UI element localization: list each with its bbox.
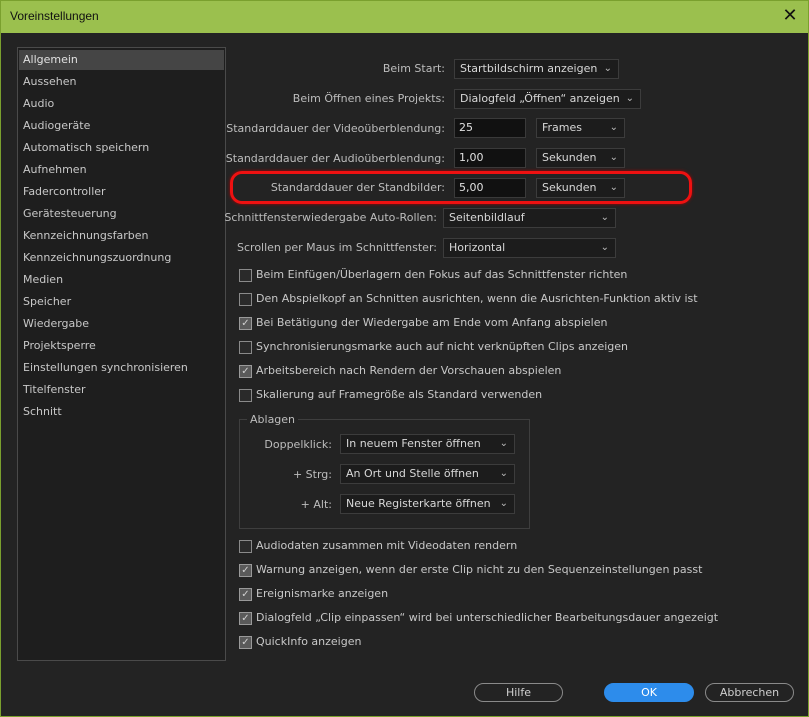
strg-label: + Strg: xyxy=(292,468,332,481)
sidebar-item-audio[interactable]: Audio xyxy=(19,94,224,114)
sidebar-item-fadercontroller[interactable]: Fadercontroller xyxy=(19,182,224,202)
audio-ueberblendung-input[interactable]: 1,00 xyxy=(454,148,526,168)
strg-value: An Ort und Stelle öffnen xyxy=(346,467,479,480)
scrollen-dropdown[interactable]: Horizontal ⌄ xyxy=(443,238,616,258)
checkbox-label: Skalierung auf Framegröße als Standard v… xyxy=(256,388,543,401)
sidebar-item-aufnehmen[interactable]: Aufnehmen xyxy=(19,160,224,180)
checkbox-box[interactable] xyxy=(239,540,252,553)
checkbox-box[interactable] xyxy=(239,389,252,402)
checkmark-icon[interactable]: ✓ xyxy=(239,636,252,649)
checkbox-label: Ereignismarke anzeigen xyxy=(256,587,389,600)
sidebar-item-projektsperre[interactable]: Projektsperre xyxy=(19,336,224,356)
sidebar-item-medien[interactable]: Medien xyxy=(19,270,224,290)
preferences-dialog: Voreinstellungen ✕ Allgemein Aussehen Au… xyxy=(0,0,809,717)
sidebar-item-titelfenster[interactable]: Titelfenster xyxy=(19,380,224,400)
standbilder-input[interactable]: 5,00 xyxy=(454,178,526,198)
doppelklick-dropdown[interactable]: In neuem Fenster öffnen ⌄ xyxy=(340,434,515,454)
auto-rollen-label: Schnittfensterwiedergabe Auto-Rollen: xyxy=(224,211,437,224)
checkbox-box[interactable] xyxy=(239,293,252,306)
chevron-down-icon: ⌄ xyxy=(600,212,609,223)
sidebar-item-audiogeraete[interactable]: Audiogeräte xyxy=(19,116,224,136)
video-ueberblendung-input[interactable]: 25 xyxy=(454,118,526,138)
sidebar-item-schnitt[interactable]: Schnitt xyxy=(19,402,224,422)
video-unit-value: Frames xyxy=(542,121,583,134)
checkbox-box[interactable] xyxy=(239,269,252,282)
beim-oeffnen-label: Beim Öffnen eines Projekts: xyxy=(292,92,445,105)
alt-label: + Alt: xyxy=(300,498,332,511)
cancel-button[interactable]: Abbrechen xyxy=(705,683,794,702)
scrollen-label: Scrollen per Maus im Schnittfenster: xyxy=(237,241,437,254)
chevron-down-icon: ⌄ xyxy=(609,152,618,163)
help-button[interactable]: Hilfe xyxy=(474,683,563,702)
auto-rollen-dropdown[interactable]: Seitenbildlauf ⌄ xyxy=(443,208,616,228)
checkbox-label: Den Abspielkopf an Schnitten ausrichten,… xyxy=(256,292,698,305)
window-title: Voreinstellungen xyxy=(10,9,99,23)
sidebar-item-wiedergabe[interactable]: Wiedergabe xyxy=(19,314,224,334)
titlebar: Voreinstellungen ✕ xyxy=(1,1,808,33)
doppelklick-label: Doppelklick: xyxy=(264,438,332,451)
sidebar-item-aussehen[interactable]: Aussehen xyxy=(19,72,224,92)
audio-unit-value: Sekunden xyxy=(542,151,597,164)
checkmark-icon[interactable]: ✓ xyxy=(239,612,252,625)
sidebar-item-einstellungen-synchronisieren[interactable]: Einstellungen synchronisieren xyxy=(19,358,224,378)
checkbox-label: Arbeitsbereich nach Rendern der Vorschau… xyxy=(256,364,562,377)
sidebar-item-kennzeichnungsfarben[interactable]: Kennzeichnungsfarben xyxy=(19,226,224,246)
beim-start-value: Startbildschirm anzeigen xyxy=(460,62,598,75)
sidebar-item-geraetesteuerung[interactable]: Gerätesteuerung xyxy=(19,204,224,224)
checkbox-label: Bei Betätigung der Wiedergabe am Ende vo… xyxy=(256,316,608,329)
beim-start-dropdown[interactable]: Startbildschirm anzeigen ⌄ xyxy=(454,59,619,79)
checkbox-label: Warnung anzeigen, wenn der erste Clip ni… xyxy=(256,563,703,576)
checkbox-label: Audiodaten zusammen mit Videodaten rende… xyxy=(256,539,518,552)
chevron-down-icon: ⌄ xyxy=(499,468,508,479)
scrollen-value: Horizontal xyxy=(449,241,506,254)
checkmark-icon[interactable]: ✓ xyxy=(239,588,252,601)
standbilder-unit-dropdown[interactable]: Sekunden ⌄ xyxy=(536,178,625,198)
standbilder-label: Standarddauer der Standbilder: xyxy=(270,181,445,194)
doppelklick-value: In neuem Fenster öffnen xyxy=(346,437,481,450)
chevron-down-icon: ⌄ xyxy=(609,182,618,193)
sidebar-item-kennzeichnungszuordnung[interactable]: Kennzeichnungszuordnung xyxy=(19,248,224,268)
alt-value: Neue Registerkarte öffnen xyxy=(346,497,491,510)
checkbox-box[interactable] xyxy=(239,341,252,354)
video-ueberblendung-unit-dropdown[interactable]: Frames ⌄ xyxy=(536,118,625,138)
beim-oeffnen-dropdown[interactable]: Dialogfeld „Öffnen“ anzeigen ⌄ xyxy=(454,89,641,109)
auto-rollen-value: Seitenbildlauf xyxy=(449,211,525,224)
ablagen-title: Ablagen xyxy=(247,413,299,426)
sidebar: Allgemein Aussehen Audio Audiogeräte Aut… xyxy=(17,47,226,661)
audio-ueberblendung-unit-dropdown[interactable]: Sekunden ⌄ xyxy=(536,148,625,168)
checkmark-icon[interactable]: ✓ xyxy=(239,365,252,378)
beim-oeffnen-value: Dialogfeld „Öffnen“ anzeigen xyxy=(460,92,620,105)
alt-dropdown[interactable]: Neue Registerkarte öffnen ⌄ xyxy=(340,494,515,514)
ok-button[interactable]: OK xyxy=(604,683,694,702)
audio-ueberblendung-label: Standarddauer der Audioüberblendung: xyxy=(225,152,445,165)
standbilder-unit-value: Sekunden xyxy=(542,181,597,194)
chevron-down-icon: ⌄ xyxy=(499,438,508,449)
checkbox-label: Synchronisierungsmarke auch auf nicht ve… xyxy=(256,340,629,353)
checkmark-icon[interactable]: ✓ xyxy=(239,564,252,577)
beim-start-label: Beim Start: xyxy=(382,62,445,75)
video-ueberblendung-label: Standarddauer der Videoüberblendung: xyxy=(226,122,445,135)
chevron-down-icon: ⌄ xyxy=(499,498,508,509)
checkmark-icon[interactable]: ✓ xyxy=(239,317,252,330)
chevron-down-icon: ⌄ xyxy=(609,122,618,133)
sidebar-item-automatisch-speichern[interactable]: Automatisch speichern xyxy=(19,138,224,158)
sidebar-item-speicher[interactable]: Speicher xyxy=(19,292,224,312)
sidebar-item-allgemein[interactable]: Allgemein xyxy=(19,50,224,70)
chevron-down-icon: ⌄ xyxy=(603,63,612,74)
checkbox-label: Dialogfeld „Clip einpassen“ wird bei unt… xyxy=(256,611,719,624)
close-icon[interactable]: ✕ xyxy=(778,5,802,27)
strg-dropdown[interactable]: An Ort und Stelle öffnen ⌄ xyxy=(340,464,515,484)
chevron-down-icon: ⌄ xyxy=(600,242,609,253)
checkbox-label: Beim Einfügen/Überlagern den Fokus auf d… xyxy=(256,268,628,281)
chevron-down-icon: ⌄ xyxy=(625,93,634,104)
checkbox-label: QuickInfo anzeigen xyxy=(256,635,362,648)
